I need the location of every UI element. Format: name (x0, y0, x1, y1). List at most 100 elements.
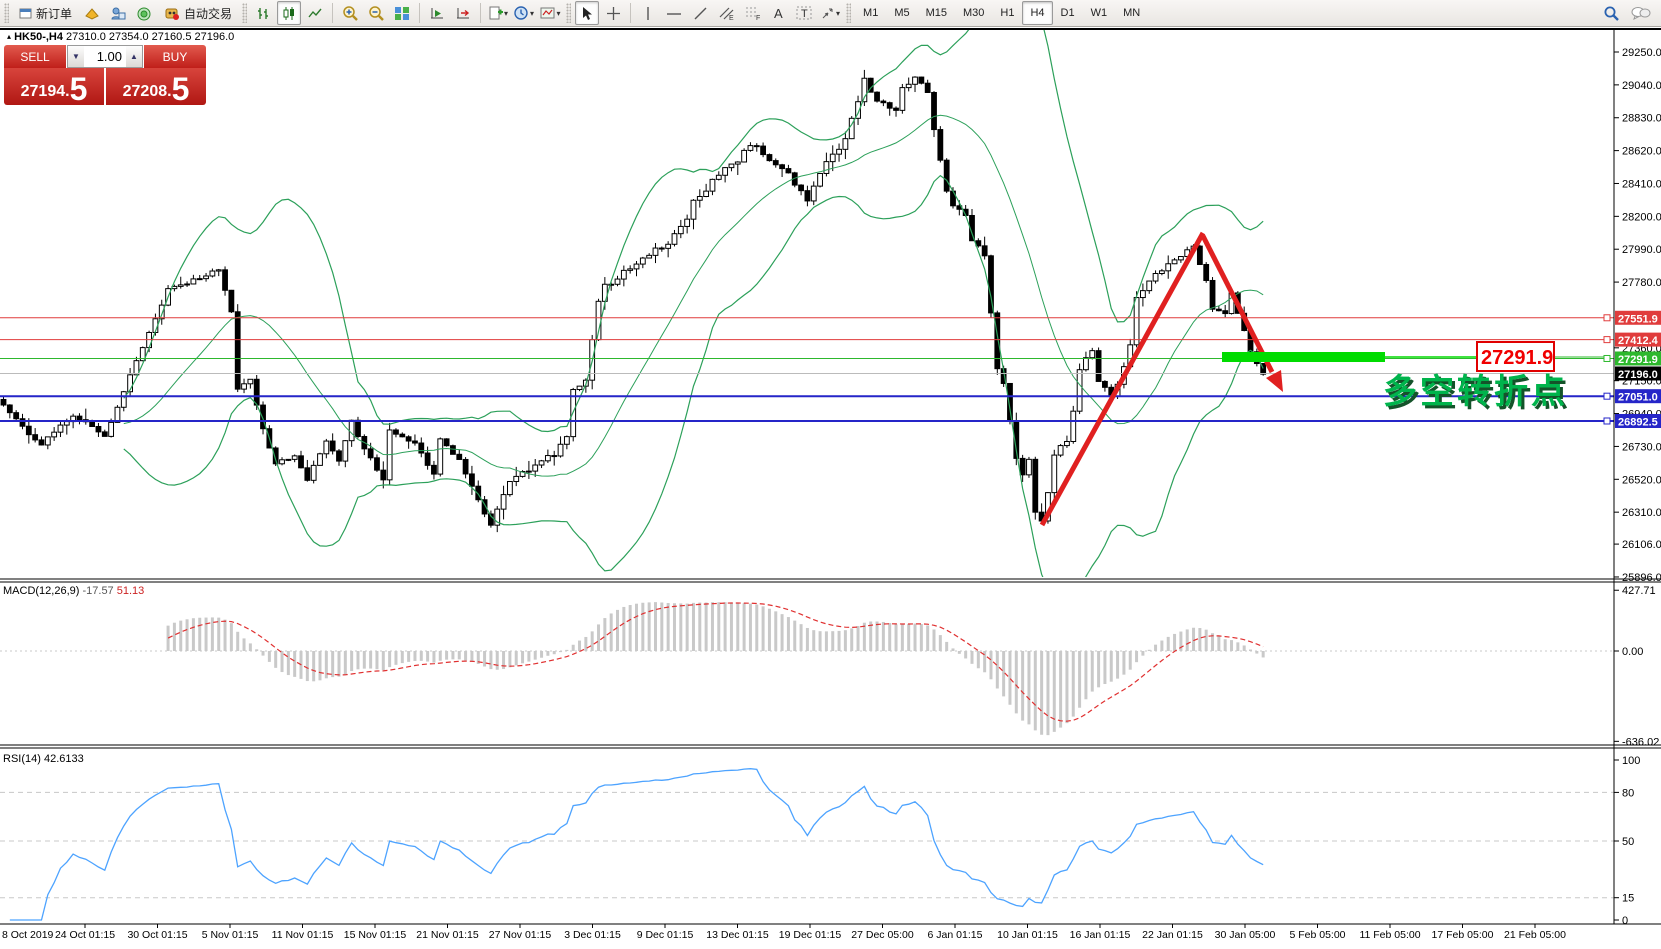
cursor-tool-icon[interactable] (575, 1, 599, 25)
time-tick-label: 8 Oct 2019 (2, 929, 54, 941)
arrows-tool-icon[interactable]: ▾ (818, 1, 842, 25)
price-tick-label: 27780.0 (1622, 277, 1661, 289)
trendline-tool-icon[interactable] (688, 1, 712, 25)
chart-shift-icon[interactable] (451, 1, 475, 25)
zoom-out-icon[interactable] (364, 1, 388, 25)
price-tick-label: 28830.0 (1622, 113, 1661, 125)
templates-icon[interactable]: ▾ (486, 1, 510, 25)
indicators-menu-icon[interactable]: ▾ (538, 1, 562, 25)
rsi-axis-label: 100 (1622, 755, 1640, 767)
chat-icon[interactable] (1629, 1, 1653, 25)
price-tick-label: 25896.0 (1622, 572, 1661, 584)
indicators-caret-icon: ▾ (557, 9, 561, 18)
timeframe-h4[interactable]: H4 (1022, 1, 1052, 25)
time-tick-label: 10 Jan 01:15 (997, 929, 1058, 941)
fibonacci-tool-icon[interactable]: F (740, 1, 764, 25)
price-tick-label: 26310.0 (1622, 507, 1661, 519)
bar-chart-mode-icon[interactable] (251, 1, 275, 25)
volume-increase-button[interactable]: ▲ (126, 46, 142, 67)
timeframe-m1[interactable]: M1 (855, 1, 886, 25)
timeframe-m15[interactable]: M15 (918, 1, 955, 25)
timeframe-m5[interactable]: M5 (886, 1, 917, 25)
macd-axis-label: 427.71 (1622, 585, 1656, 597)
time-tick-label: 21 Nov 01:15 (416, 929, 479, 941)
candlestick-mode-icon[interactable] (277, 1, 301, 25)
search-icon[interactable] (1599, 1, 1623, 25)
auto-trading-button[interactable]: 自动交易 (158, 1, 238, 25)
terminal-window: 新订单 自动交易 (0, 0, 1661, 949)
collapse-arrow-icon[interactable]: ▴ (7, 32, 11, 41)
price-tick-label: 27990.0 (1622, 244, 1661, 256)
zoom-in-icon[interactable] (338, 1, 362, 25)
text-tool-icon[interactable]: A (766, 1, 790, 25)
timeframe-w1[interactable]: W1 (1083, 1, 1116, 25)
chart-top-border (0, 28, 1661, 30)
price-tag-label: 26892.5 (1618, 416, 1658, 428)
macd-main-value: -17.57 (82, 585, 113, 597)
time-tick-label: 30 Jan 05:00 (1215, 929, 1276, 941)
rsi-axis-label: 0 (1622, 915, 1628, 927)
time-tick-label: 19 Dec 01:15 (779, 929, 842, 941)
macd-axis-label: -636.02 (1622, 736, 1659, 748)
sell-price-int: 27194 (21, 84, 66, 100)
support-highlight-bar[interactable] (1222, 352, 1385, 362)
rsi-pane (0, 769, 1614, 920)
price-tick-label: 26520.0 (1622, 474, 1661, 486)
macd-indicator-label: MACD(12,26,9) -17.57 51.13 (3, 585, 144, 597)
chart-canvas[interactable]: 27291.9多空转折点多空转折点29250.029040.028830.028… (0, 0, 1661, 949)
market-watch-icon[interactable] (80, 1, 104, 25)
new-order-button[interactable]: 新订单 (13, 1, 78, 25)
time-tick-label: 17 Feb 05:00 (1432, 929, 1494, 941)
price-tick-label: 28410.0 (1622, 178, 1661, 190)
time-tick-label: 3 Dec 01:15 (564, 929, 621, 941)
price-tick-label: 28200.0 (1622, 211, 1661, 223)
turning-point-text[interactable]: 多空转折点 (1383, 373, 1568, 411)
macd-pane (0, 602, 1614, 735)
price-axis: 29250.029040.028830.028620.028410.028200… (1604, 47, 1661, 927)
sell-price-button[interactable]: 27194.5 (4, 68, 104, 105)
price-tag-label: 27412.4 (1618, 335, 1659, 347)
price-tag-label: 27291.9 (1618, 354, 1658, 366)
time-tick-label: 6 Jan 01:15 (928, 929, 983, 941)
time-tick-label: 16 Jan 01:15 (1070, 929, 1131, 941)
crosshair-tool-icon[interactable] (601, 1, 625, 25)
navigator-icon[interactable] (132, 1, 156, 25)
timeframe-mn[interactable]: MN (1115, 1, 1148, 25)
auto-scroll-icon[interactable] (425, 1, 449, 25)
time-tick-label: 9 Dec 01:15 (637, 929, 694, 941)
volume-input[interactable]: 1.00 (84, 46, 126, 67)
bollinger-band (124, 176, 1263, 595)
line-chart-mode-icon[interactable] (303, 1, 327, 25)
sell-button[interactable]: SELL (4, 45, 66, 68)
buy-price-button[interactable]: 27208.5 (106, 68, 206, 105)
toolbar-grip[interactable] (4, 3, 9, 23)
ohlc-values: 27310.0 27354.0 27160.5 27196.0 (66, 31, 234, 43)
vertical-line-tool-icon[interactable] (636, 1, 660, 25)
buy-price-frac: 5 (172, 76, 190, 103)
time-tick-label: 13 Dec 01:15 (706, 929, 769, 941)
text-label-tool-icon[interactable]: T (792, 1, 816, 25)
buy-price-int: 27208 (123, 84, 168, 100)
time-tick-label: 11 Nov 01:15 (272, 929, 334, 941)
volume-decrease-button[interactable]: ▼ (68, 46, 84, 67)
horizontal-line-tool-icon[interactable] (662, 1, 686, 25)
timeframe-d1[interactable]: D1 (1053, 1, 1083, 25)
period-menu-icon[interactable]: ▾ (512, 1, 536, 25)
macd-signal-value: 51.13 (117, 585, 145, 597)
rsi-axis-label: 50 (1622, 836, 1634, 848)
rsi-axis-label: 80 (1622, 787, 1634, 799)
data-window-icon[interactable] (106, 1, 130, 25)
timeframe-h1[interactable]: H1 (992, 1, 1022, 25)
buy-button[interactable]: BUY (144, 45, 206, 68)
auto-trading-label: 自动交易 (184, 5, 232, 22)
tile-windows-icon[interactable] (390, 1, 414, 25)
channel-tool-icon[interactable]: E (714, 1, 738, 25)
time-tick-label: 5 Feb 05:00 (1289, 929, 1345, 941)
timeframe-m30[interactable]: M30 (955, 1, 992, 25)
period-caret-icon: ▾ (530, 9, 534, 18)
time-tick-label: 15 Nov 01:15 (344, 929, 407, 941)
time-tick-label: 24 Oct 01:15 (55, 929, 115, 941)
time-tick-label: 22 Jan 01:15 (1142, 929, 1203, 941)
price-callout-text: 27291.9 (1481, 347, 1553, 369)
time-tick-label: 11 Feb 05:00 (1359, 929, 1420, 941)
